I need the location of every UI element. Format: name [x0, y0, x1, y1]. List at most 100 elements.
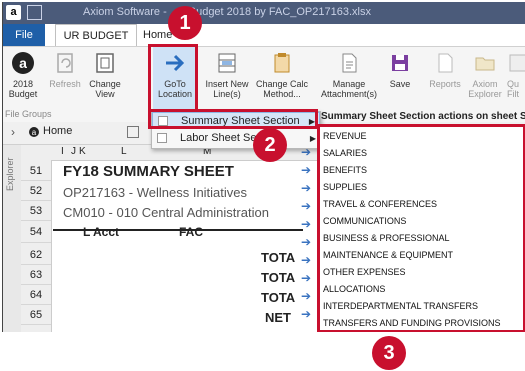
change-view-button[interactable]: Change View	[85, 51, 125, 99]
filter-icon	[508, 51, 525, 75]
total-label: TOTA	[261, 250, 296, 265]
highlight-goto-location	[148, 44, 198, 112]
filter-label: Qu Filt	[507, 79, 520, 99]
column-header[interactable]: J	[71, 146, 76, 157]
svg-text:a: a	[32, 128, 37, 137]
submenu-item-transfers-funding-provisions[interactable]: TRANSFERS AND FUNDING PROVISIONS	[323, 314, 501, 332]
department-label: CM010 - 010 Central Administration	[63, 205, 269, 220]
excel-window: a Axiom Software - ... - Budget 2018 by …	[2, 2, 525, 332]
sheet-title: FY18 SUMMARY SHEET	[63, 163, 234, 180]
calc-method-icon	[270, 51, 294, 75]
save-quick-icon[interactable]	[27, 5, 42, 20]
menu-item-labor-sheet-section[interactable]: Labor Sheet Section ▶	[152, 130, 320, 147]
row-number[interactable]: 52	[21, 181, 51, 201]
arrow-right-icon: ➔	[300, 307, 312, 321]
row-number[interactable]: 51	[21, 161, 51, 181]
highlight-summary-section	[148, 109, 318, 129]
submenu-item-communications[interactable]: COMMUNICATIONS	[323, 212, 406, 230]
budget-button[interactable]: a 2018 Budget	[5, 51, 41, 99]
filter-button[interactable]: Qu Filt	[507, 51, 525, 99]
row-headers: 51 52 53 54 62 63 64 65	[21, 160, 52, 332]
axiom-app-icon[interactable]: a	[6, 5, 21, 20]
save-button[interactable]: Save	[385, 51, 415, 89]
refresh-label: Refresh	[49, 79, 81, 89]
title-bar: a Axiom Software - ... - Budget 2018 by …	[3, 2, 525, 24]
ribbon-tabs: File UR BUDGET Home	[3, 24, 525, 47]
home-tab[interactable]: Home	[43, 125, 72, 137]
ribbon-group-label: File Groups	[5, 109, 52, 119]
svg-text:a: a	[19, 55, 27, 71]
submenu-item-other-expenses[interactable]: OTHER EXPENSES	[323, 263, 406, 281]
tab-ur-budget[interactable]: UR BUDGET	[55, 24, 137, 46]
attachment-icon	[337, 51, 361, 75]
column-header[interactable]: L	[121, 146, 127, 157]
reports-label: Reports	[429, 79, 461, 89]
net-label: NET	[265, 310, 291, 325]
submenu-item-revenue[interactable]: REVENUE	[323, 127, 367, 145]
fac-header: FAC	[179, 225, 203, 239]
submenu-item-interdepartmental-transfers[interactable]: INTERDEPARTMENTAL TRANSFERS	[323, 297, 478, 315]
column-header[interactable]: K	[79, 146, 86, 157]
row-number[interactable]: 64	[21, 285, 51, 305]
arrow-right-icon: ➔	[300, 271, 312, 285]
submenu-item-business-professional[interactable]: BUSINESS & PROFESSIONAL	[323, 229, 450, 247]
explorer-label: Explorer	[5, 157, 15, 191]
callout-3: 3	[372, 336, 406, 370]
insert-new-lines-button[interactable]: Insert New Line(s)	[203, 51, 251, 99]
explorer-panel[interactable]: Explorer	[3, 145, 22, 332]
refresh-button[interactable]: Refresh	[47, 51, 83, 89]
chevron-right-icon: ▶	[309, 134, 316, 143]
sheet-tab-icon[interactable]	[127, 126, 139, 138]
manage-attachments-label: Manage Attachment(s)	[320, 79, 378, 99]
arrow-right-icon: ➔	[300, 199, 312, 213]
change-view-icon	[93, 51, 117, 75]
submenu-item-allocations[interactable]: ALLOCATIONS	[323, 280, 385, 298]
arrow-right-icon: ➔	[300, 235, 312, 249]
submenu-item-benefits[interactable]: BENEFITS	[323, 161, 367, 179]
folder-icon	[473, 51, 497, 75]
arrow-right-icon: ➔	[300, 253, 312, 267]
window-title: Axiom Software - ... - Budget 2018 by FA…	[83, 6, 371, 18]
total-label: TOTA	[261, 270, 296, 285]
axiom-explorer-label: Axiom Explorer	[468, 79, 502, 99]
arrow-right-icon: ➔	[300, 217, 312, 231]
reports-icon	[433, 51, 457, 75]
submenu-item-maintenance-equipment[interactable]: MAINTENANCE & EQUIPMENT	[323, 246, 453, 264]
refresh-icon	[53, 51, 77, 75]
insert-new-lines-label: Insert New Line(s)	[205, 79, 249, 99]
save-icon	[388, 51, 412, 75]
l-acct-header: L Acct	[83, 225, 120, 239]
arrow-right-icon: ➔	[300, 289, 312, 303]
change-calc-method-label: Change Calc Method...	[255, 79, 309, 99]
row-number[interactable]: 53	[21, 201, 51, 221]
insert-lines-icon	[215, 51, 239, 75]
reports-button[interactable]: Reports	[427, 51, 463, 89]
axiom-logo-icon: a	[11, 51, 35, 75]
row-number[interactable]: 65	[21, 305, 51, 325]
row-number[interactable]: 63	[21, 265, 51, 285]
arrow-right-icon: ➔	[300, 181, 312, 195]
submenu-item-supplies[interactable]: SUPPLIES	[323, 178, 367, 196]
change-calc-method-button[interactable]: Change Calc Method...	[255, 51, 309, 99]
home-icon: a	[28, 125, 40, 142]
submenu-item-travel-conferences[interactable]: TRAVEL & CONFERENCES	[323, 195, 437, 213]
budget-label: 2018 Budget	[8, 79, 38, 99]
change-view-label: Change View	[89, 79, 121, 99]
header-divider	[53, 229, 303, 231]
submenu-item-salaries[interactable]: SALARIES	[323, 144, 367, 162]
axiom-explorer-button[interactable]: Axiom Explorer	[467, 51, 503, 99]
section-icon	[157, 133, 167, 143]
tab-file[interactable]: File	[3, 24, 45, 46]
submenu-header: Summary Sheet Section actions on sheet S…	[321, 111, 525, 122]
save-label: Save	[389, 79, 411, 89]
column-header[interactable]: I	[61, 146, 64, 157]
callout-2: 2	[253, 128, 287, 162]
arrow-right-icon: ➔	[300, 163, 312, 177]
row-number[interactable]: 62	[21, 245, 51, 265]
sheet-subtitle: OP217163 - Wellness Initiatives	[63, 185, 248, 200]
row-number[interactable]: 54	[21, 221, 51, 243]
manage-attachments-button[interactable]: Manage Attachment(s)	[319, 51, 379, 99]
callout-1: 1	[168, 6, 202, 40]
summary-section-submenu: REVENUE SALARIES BENEFITS SUPPLIES TRAVE…	[317, 124, 525, 332]
chevron-right-icon[interactable]: ›	[11, 125, 15, 139]
